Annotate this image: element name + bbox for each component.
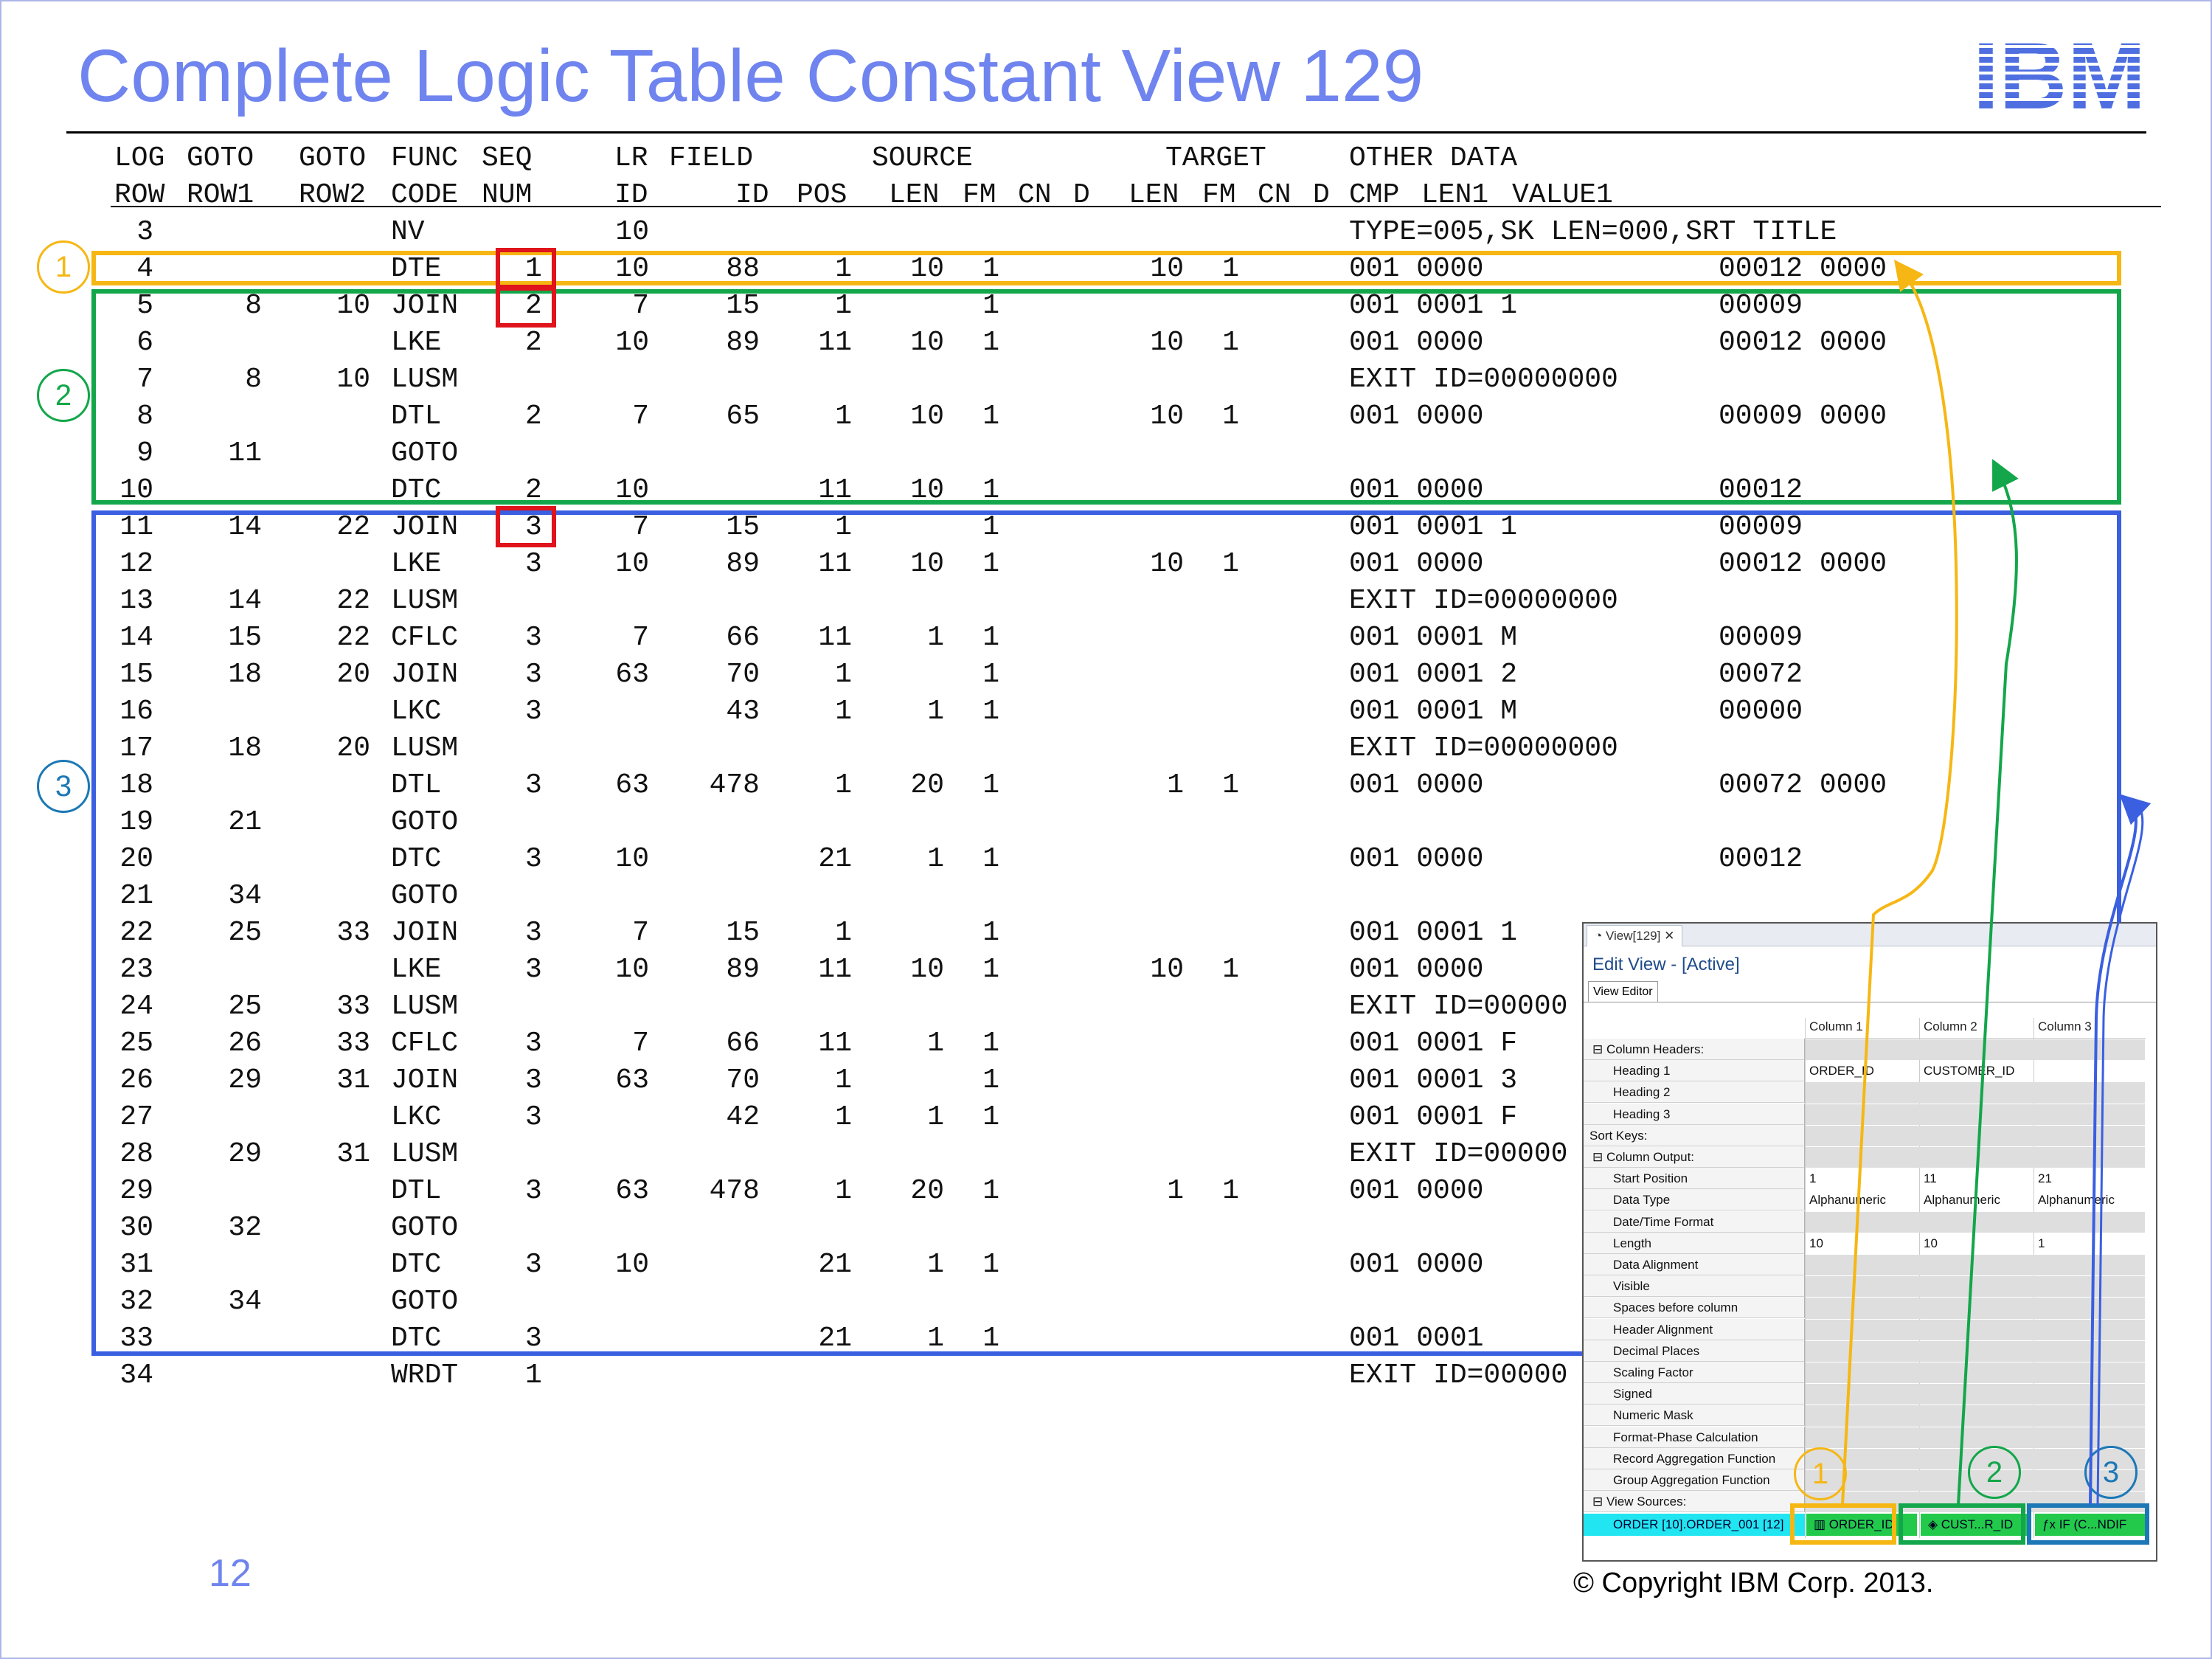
arrow-3-shadow: [2096, 801, 2144, 1506]
arrow-1: [1841, 260, 1958, 1506]
page-number: 12: [209, 1552, 252, 1595]
arrow-2: [1957, 459, 2019, 1506]
connector-arrows: [1841, 260, 2152, 1506]
arrow-3: [2089, 794, 2152, 1506]
copyright: © Copyright IBM Corp. 2013.: [1573, 1568, 1934, 1599]
